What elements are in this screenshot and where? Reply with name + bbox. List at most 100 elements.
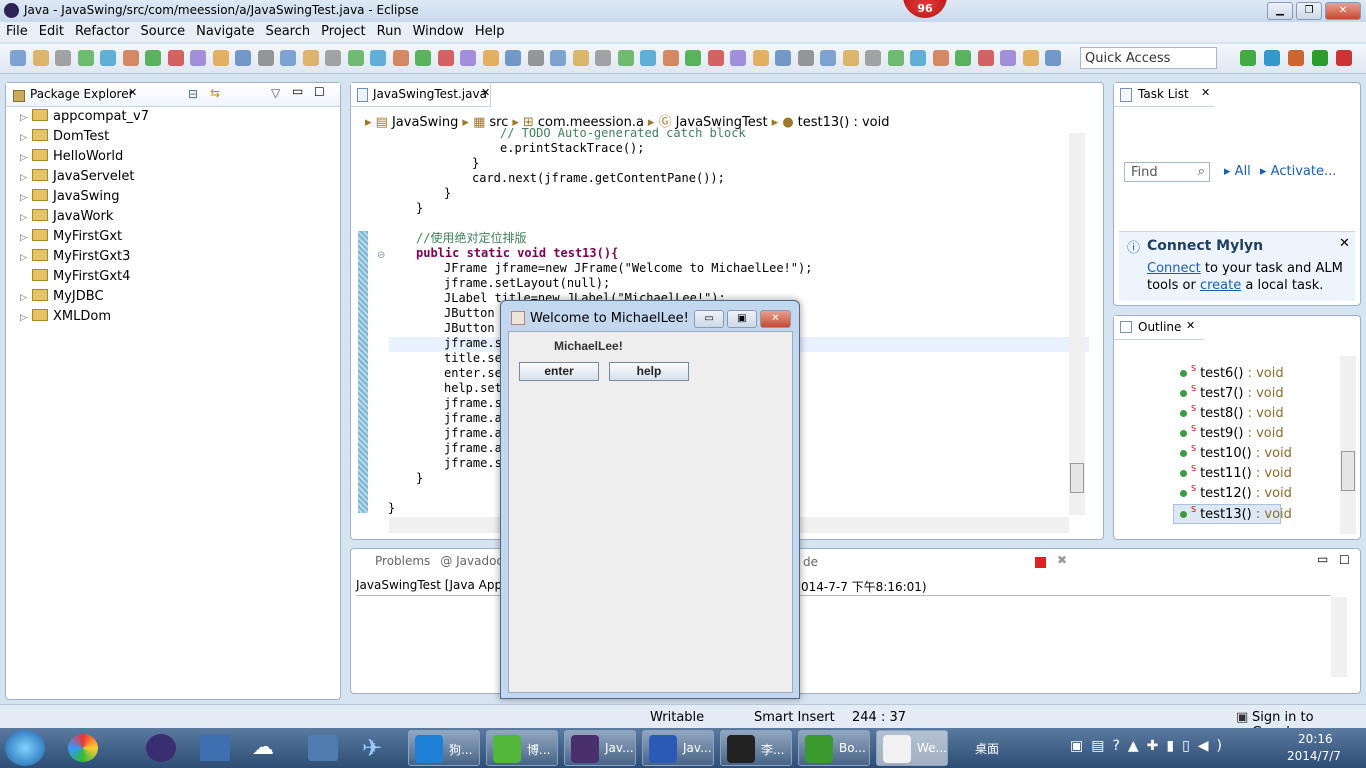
close-tab-icon[interactable]: ✕: [1201, 86, 1210, 99]
toolbar-icon[interactable]: [392, 50, 409, 66]
close-tab-icon[interactable]: ✕: [1186, 319, 1195, 332]
toolbar-icon[interactable]: [730, 50, 746, 66]
taskbar-task[interactable]: 狗...: [408, 730, 480, 766]
toolbar-icon[interactable]: [910, 50, 926, 66]
taskbar-task[interactable]: 博...: [486, 730, 558, 766]
toolbar-icon[interactable]: [460, 50, 476, 66]
close-button[interactable]: ✕: [1325, 2, 1361, 20]
create-link[interactable]: create: [1200, 278, 1241, 293]
toolbar-icon[interactable]: [865, 50, 881, 66]
toolbar-icon[interactable]: [1022, 50, 1039, 66]
toolbar-icon[interactable]: [1045, 50, 1061, 66]
perspective-icon[interactable]: [1312, 50, 1328, 66]
pinned-app-icon[interactable]: [68, 734, 98, 762]
breadcrumb-item[interactable]: JavaSwing: [392, 115, 458, 130]
project-item[interactable]: ▷ JavaSwing: [20, 189, 119, 209]
perspective-icon[interactable]: [1240, 50, 1256, 66]
maximize-button[interactable]: ❐: [1296, 2, 1322, 20]
toolbar-icon[interactable]: [257, 50, 274, 66]
toolbar-icon[interactable]: [482, 50, 499, 66]
toolbar-icon[interactable]: [887, 50, 904, 66]
toolbar-icon[interactable]: [797, 50, 814, 66]
view-menu-icon[interactable]: ▽: [271, 86, 280, 100]
toolbar-icon[interactable]: [977, 50, 994, 66]
vertical-scrollbar[interactable]: [1069, 133, 1085, 515]
taskbar-task[interactable]: Jav...: [564, 730, 636, 766]
toolbar-icon[interactable]: [122, 50, 139, 66]
minimize-view-icon[interactable]: ▭: [1317, 552, 1328, 566]
expand-arrow-icon[interactable]: ▷: [20, 293, 32, 303]
toolbar-icon[interactable]: [842, 50, 859, 66]
outline-item[interactable]: Stest11() : void: [1180, 464, 1292, 484]
toolbar-icon[interactable]: [752, 50, 769, 66]
toolbar-icon[interactable]: [235, 50, 251, 66]
explorer-taskbar-icon[interactable]: [200, 735, 230, 761]
console-tab[interactable]: Problems: [375, 554, 430, 568]
toolbar-icon[interactable]: [100, 50, 116, 66]
swing-maximize-button[interactable]: ▣: [727, 310, 757, 328]
close-tab-icon[interactable]: ✕: [128, 86, 137, 99]
expand-arrow-icon[interactable]: ▷: [20, 313, 32, 323]
taskbar-task[interactable]: Bo...: [798, 730, 870, 766]
outline-scrollbar[interactable]: [1340, 356, 1356, 534]
toolbar-icon[interactable]: [10, 50, 26, 66]
enter-button[interactable]: enter: [519, 362, 599, 381]
toolbar-icon[interactable]: [662, 50, 679, 66]
console-scrollbar[interactable]: [1331, 597, 1347, 677]
project-item[interactable]: ▷ MyJDBC: [20, 289, 104, 309]
task-find-input[interactable]: Find ⌕: [1124, 162, 1210, 182]
toolbar-icon[interactable]: [55, 50, 71, 66]
close-tab-icon[interactable]: ✕: [481, 86, 490, 99]
project-item[interactable]: ▷ DomTest: [20, 129, 109, 149]
project-item[interactable]: ▷ MyFirstGxt: [20, 229, 122, 249]
toolbar-icon[interactable]: [955, 50, 971, 66]
connect-link[interactable]: Connect: [1147, 261, 1201, 276]
taskbar-task[interactable]: We...: [876, 730, 948, 766]
outline-item[interactable]: Stest12() : void: [1180, 484, 1292, 504]
menu-file[interactable]: File: [0, 22, 33, 39]
toolbar-icon[interactable]: [167, 50, 184, 66]
menu-edit[interactable]: Edit: [33, 22, 69, 39]
swing-window[interactable]: Welcome to MichaelLee! ▭ ▣ ✕ MichaelLee!…: [500, 300, 800, 699]
toolbar-icon[interactable]: [325, 50, 341, 66]
expand-arrow-icon[interactable]: ▷: [20, 233, 32, 243]
cloud-taskbar-icon[interactable]: ☁: [252, 735, 282, 761]
browser-taskbar-icon[interactable]: [308, 735, 338, 761]
package-explorer-tab[interactable]: Package Explorer ✕ ⊟ ⇆ ▽ ▭ ☐: [6, 83, 340, 107]
toolbar-icon[interactable]: [415, 50, 431, 66]
toolbar-icon[interactable]: [505, 50, 521, 66]
toolbar-icon[interactable]: [347, 50, 364, 66]
expand-arrow-icon[interactable]: ▷: [20, 153, 32, 163]
outline-item[interactable]: Stest10() : void: [1180, 444, 1292, 464]
quick-access-input[interactable]: Quick Access: [1080, 47, 1217, 69]
swing-close-button[interactable]: ✕: [760, 310, 791, 328]
menu-search[interactable]: Search: [259, 22, 315, 39]
toolbar-icon[interactable]: [527, 50, 544, 66]
toolbar-icon[interactable]: [820, 50, 836, 66]
fold-icon[interactable]: ⊖: [377, 250, 385, 261]
toolbar-icon[interactable]: [617, 50, 634, 66]
menu-navigate[interactable]: Navigate: [190, 22, 259, 39]
outline-item[interactable]: Stest8() : void: [1180, 404, 1284, 424]
activate-link[interactable]: ▸ Activate...: [1260, 164, 1336, 179]
menu-run[interactable]: Run: [371, 22, 407, 39]
expand-arrow-icon[interactable]: ▷: [20, 173, 32, 183]
maximize-view-icon[interactable]: ☐: [1339, 553, 1350, 567]
console-tab-partial[interactable]: de: [803, 555, 818, 569]
clock-time[interactable]: 20:16: [1298, 732, 1333, 746]
minimize-view-icon[interactable]: ▭: [292, 84, 303, 98]
outline-item[interactable]: Stest7() : void: [1180, 384, 1284, 404]
project-item[interactable]: ▷ JavaServelet: [20, 169, 134, 189]
perspective-icon[interactable]: [1336, 50, 1352, 66]
toolbar-icon[interactable]: [280, 50, 296, 66]
toolbar-icon[interactable]: [932, 50, 949, 66]
toolbar-icon[interactable]: [595, 50, 611, 66]
expand-arrow-icon[interactable]: ▷: [20, 133, 32, 143]
project-item[interactable]: MyFirstGxt4: [20, 269, 130, 289]
all-filter-link[interactable]: ▸ All: [1224, 164, 1251, 179]
help-button[interactable]: help: [609, 362, 689, 381]
menu-window[interactable]: Window: [407, 22, 469, 39]
task-list-tab[interactable]: Task List ✕: [1114, 83, 1214, 107]
outline-item[interactable]: Stest13() : void: [1173, 504, 1292, 524]
toolbar-icon[interactable]: [145, 50, 161, 66]
